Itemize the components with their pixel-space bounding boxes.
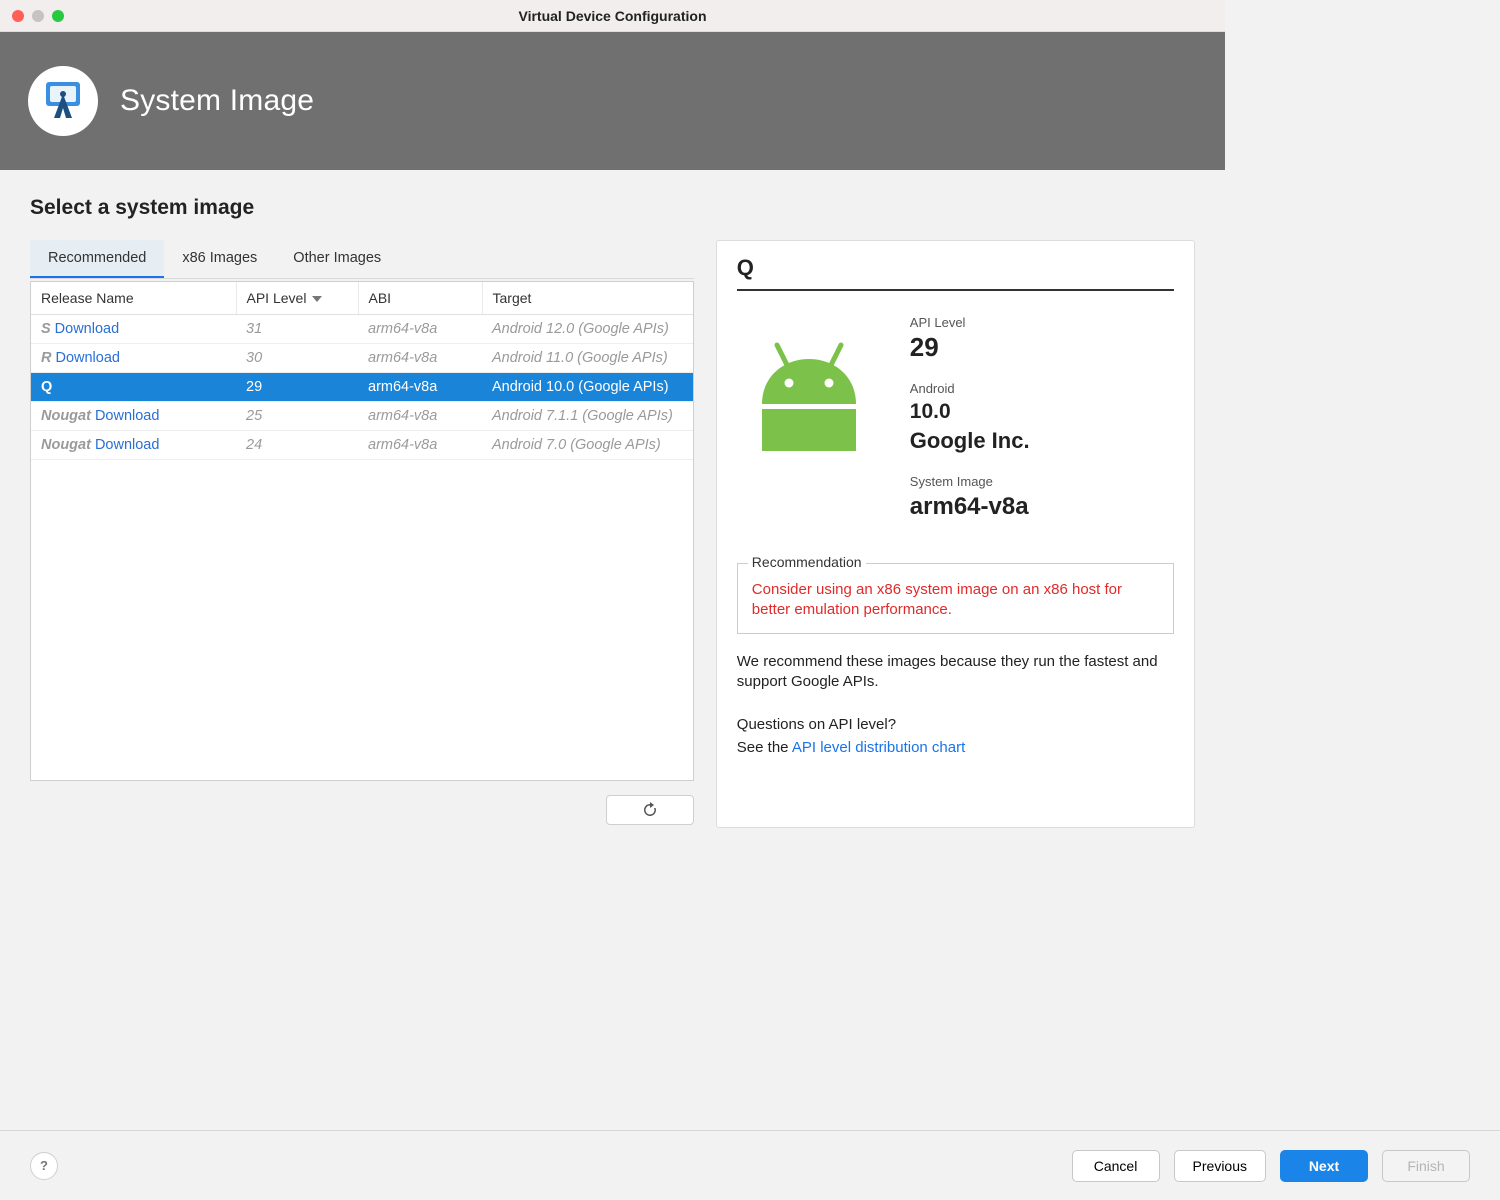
detail-title: Q [737, 255, 1174, 291]
images-table-container: Release Name API Level ABI Target SDownl… [30, 281, 694, 781]
table-row-selected[interactable]: Q 29 arm64-v8a Android 10.0 (Google APIs… [31, 373, 693, 402]
system-image-abi: arm64-v8a [910, 493, 1030, 521]
see-line: See the API level distribution chart [737, 739, 1174, 756]
download-link[interactable]: Download [95, 408, 160, 424]
section-heading: Select a system image [30, 196, 1195, 220]
android-studio-icon [28, 66, 98, 136]
images-table: Release Name API Level ABI Target SDownl… [31, 282, 693, 460]
system-image-label: System Image [910, 474, 1030, 489]
questions-line: Questions on API level? [737, 716, 1174, 733]
download-link[interactable]: Download [95, 437, 160, 453]
tab-x86-images[interactable]: x86 Images [164, 240, 275, 278]
detail-panel: Q API Level 29 Android 10. [716, 240, 1195, 828]
col-abi[interactable]: ABI [358, 282, 482, 315]
col-release-name[interactable]: Release Name [31, 282, 236, 315]
tab-other-images[interactable]: Other Images [275, 240, 399, 278]
refresh-button[interactable] [606, 795, 694, 825]
recommendation-note: We recommend these images because they r… [737, 652, 1174, 693]
col-api-level[interactable]: API Level [236, 282, 358, 315]
recommendation-box: Recommendation Consider using an x86 sys… [737, 563, 1174, 634]
titlebar: Virtual Device Configuration [0, 0, 1225, 32]
sort-desc-icon [312, 296, 322, 302]
android-version: 10.0 [910, 400, 1030, 424]
table-row[interactable]: RDownload 30 arm64-v8a Android 11.0 (Goo… [31, 344, 693, 373]
header-banner: System Image [0, 32, 1225, 170]
tab-recommended[interactable]: Recommended [30, 240, 164, 278]
android-icon [737, 313, 882, 529]
table-row[interactable]: NougatDownload 24 arm64-v8a Android 7.0 … [31, 431, 693, 460]
android-label: Android [910, 381, 1030, 396]
cancel-button[interactable]: Cancel [1072, 1150, 1160, 1182]
api-level-label: API Level [910, 315, 1030, 330]
recommendation-text: Consider using an x86 system image on an… [752, 580, 1159, 621]
wizard-footer: ? Cancel Previous Next Finish [0, 1130, 1500, 1200]
download-link[interactable]: Download [55, 350, 120, 366]
col-target[interactable]: Target [482, 282, 693, 315]
previous-button[interactable]: Previous [1174, 1150, 1266, 1182]
help-button[interactable]: ? [30, 1152, 58, 1180]
download-link[interactable]: Download [55, 321, 120, 337]
api-level-distribution-link[interactable]: API level distribution chart [792, 739, 965, 756]
detail-labels: API Level 29 Android 10.0 Google Inc. Sy… [910, 313, 1030, 529]
api-level-value: 29 [910, 332, 1030, 363]
recommendation-legend: Recommendation [748, 554, 866, 570]
finish-button: Finish [1382, 1150, 1470, 1182]
vendor-name: Google Inc. [910, 428, 1030, 454]
refresh-icon [642, 802, 658, 818]
window-title: Virtual Device Configuration [0, 8, 1225, 24]
table-row[interactable]: SDownload 31 arm64-v8a Android 12.0 (Goo… [31, 315, 693, 344]
table-row[interactable]: NougatDownload 25 arm64-v8a Android 7.1.… [31, 402, 693, 431]
next-button[interactable]: Next [1280, 1150, 1368, 1182]
page-title: System Image [120, 84, 314, 118]
tabs-bar: Recommended x86 Images Other Images [30, 240, 694, 279]
